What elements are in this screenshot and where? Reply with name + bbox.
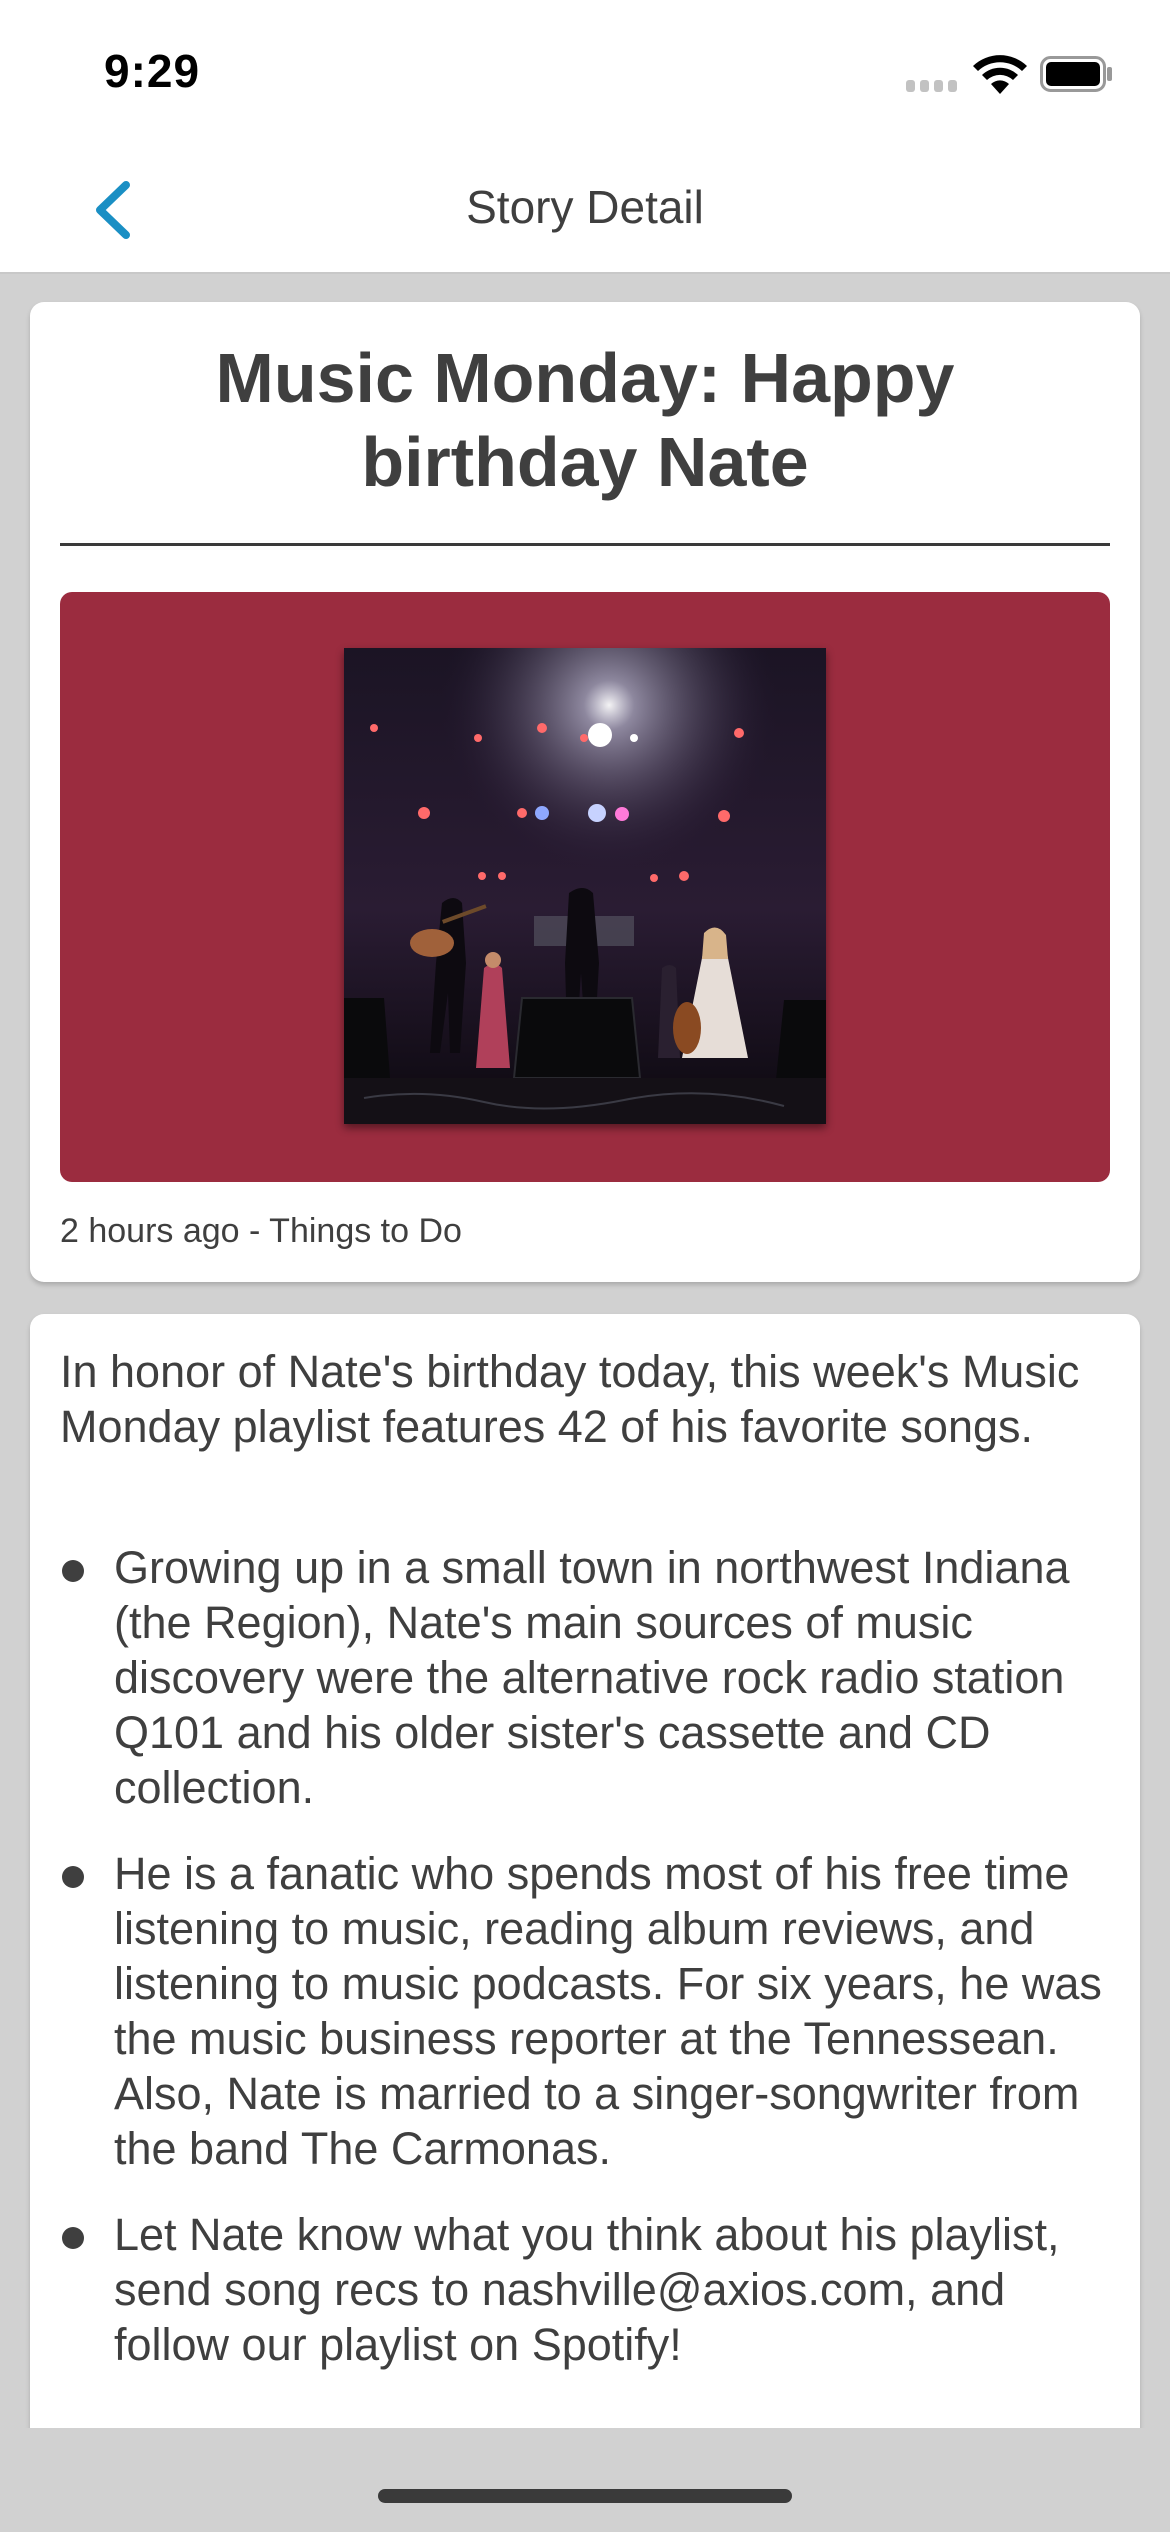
- bullet-item: He is a fanatic who spends most of his f…: [60, 1846, 1116, 2176]
- story-intro: In honor of Nate's birthday today, this …: [60, 1346, 1080, 1452]
- bullet-icon: [62, 2227, 84, 2249]
- story-body-card: In honor of Nate's birthday today, this …: [30, 1314, 1140, 2428]
- story-bullet-list: Growing up in a small town in northwest …: [60, 1540, 1116, 2403]
- bullet-item: Let Nate know what you think about his p…: [60, 2207, 1116, 2372]
- home-indicator[interactable]: [378, 2489, 792, 2503]
- bullet-icon: [62, 1866, 84, 1888]
- bullet-item: Growing up in a small town in northwest …: [60, 1540, 1116, 1815]
- bullet-text: He is a fanatic who spends most of his f…: [114, 1848, 1102, 2174]
- bullet-icon: [62, 1560, 84, 1582]
- bullet-text[interactable]: Let Nate know what you think about his p…: [114, 2209, 1060, 2370]
- bullet-text: Growing up in a small town in northwest …: [114, 1542, 1070, 1813]
